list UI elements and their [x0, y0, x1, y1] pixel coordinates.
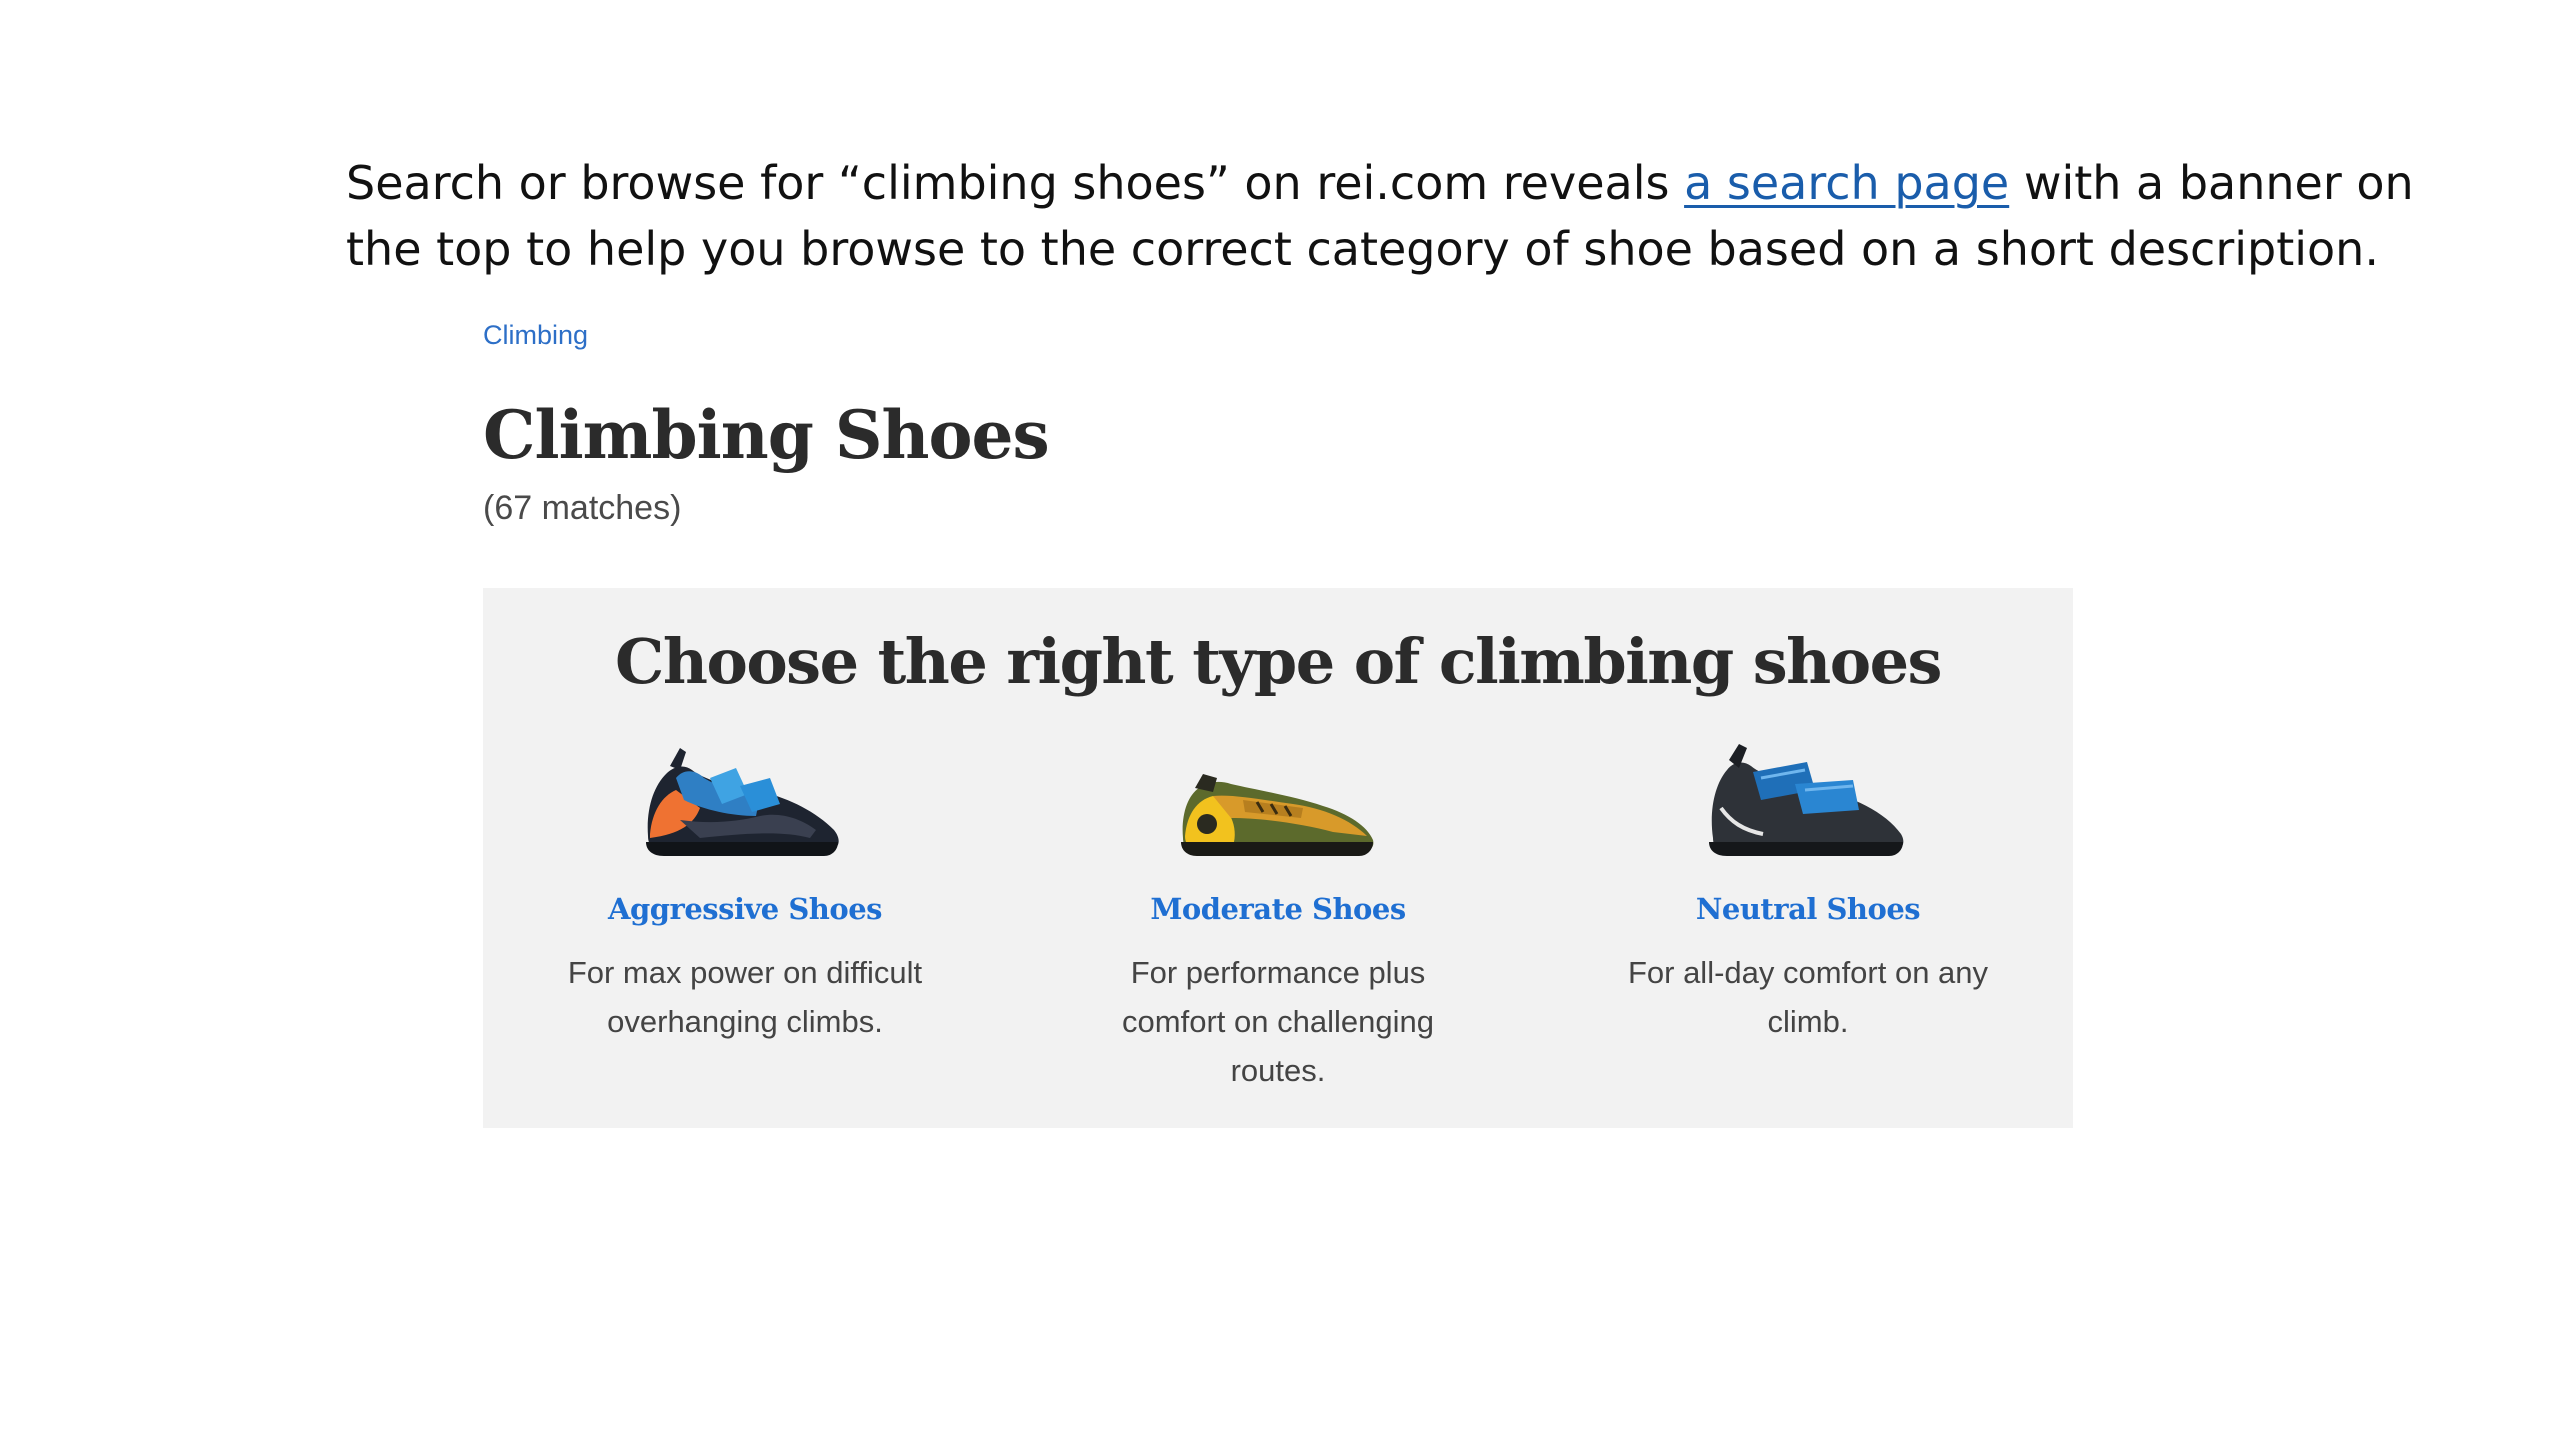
intro-line-2: the top to help you browse to the correc… [346, 222, 2379, 276]
rei-search-page-screenshot: Climbing Climbing Shoes (67 matches) Cho… [483, 320, 2073, 1128]
neutral-shoes-description: For all-day comfort on any climb. [1627, 955, 1989, 1039]
shoe-card-neutral[interactable]: Neutral Shoes For all-day comfort on any… [1598, 738, 2018, 1046]
neutral-shoe-image[interactable] [1703, 738, 1913, 868]
shoe-card-aggressive[interactable]: Aggressive Shoes For max power on diffic… [535, 738, 955, 1046]
moderate-shoes-link[interactable]: Moderate Shoes [1068, 892, 1488, 926]
intro-text-part-1: Search or browse for “climbing shoes” on… [346, 156, 1685, 210]
aggressive-shoes-link[interactable]: Aggressive Shoes [535, 892, 955, 926]
banner-title: Choose the right type of climbing shoes [615, 625, 1942, 698]
moderate-shoe-image[interactable] [1173, 738, 1383, 868]
moderate-shoes-description: For performance plus comfort on challeng… [1122, 955, 1434, 1088]
intro-text-part-2: with a banner on [2009, 156, 2414, 210]
intro-line-1: Search or browse for “climbing shoes” on… [346, 150, 2414, 216]
search-page-link[interactable]: a search page [1684, 156, 2009, 210]
slide-intro-text: Search or browse for “climbing shoes” on… [346, 150, 2414, 282]
shoe-type-banner: Choose the right type of climbing shoes … [483, 588, 2073, 1128]
aggressive-shoe-image[interactable] [640, 738, 850, 868]
shoe-card-moderate[interactable]: Moderate Shoes For performance plus comf… [1068, 738, 1488, 1095]
aggressive-shoes-description: For max power on difficult overhanging c… [567, 955, 923, 1039]
breadcrumb-climbing[interactable]: Climbing [483, 320, 588, 351]
match-count: (67 matches) [483, 489, 682, 527]
page-title: Climbing Shoes [483, 396, 1050, 474]
neutral-shoes-link[interactable]: Neutral Shoes [1598, 892, 2018, 926]
